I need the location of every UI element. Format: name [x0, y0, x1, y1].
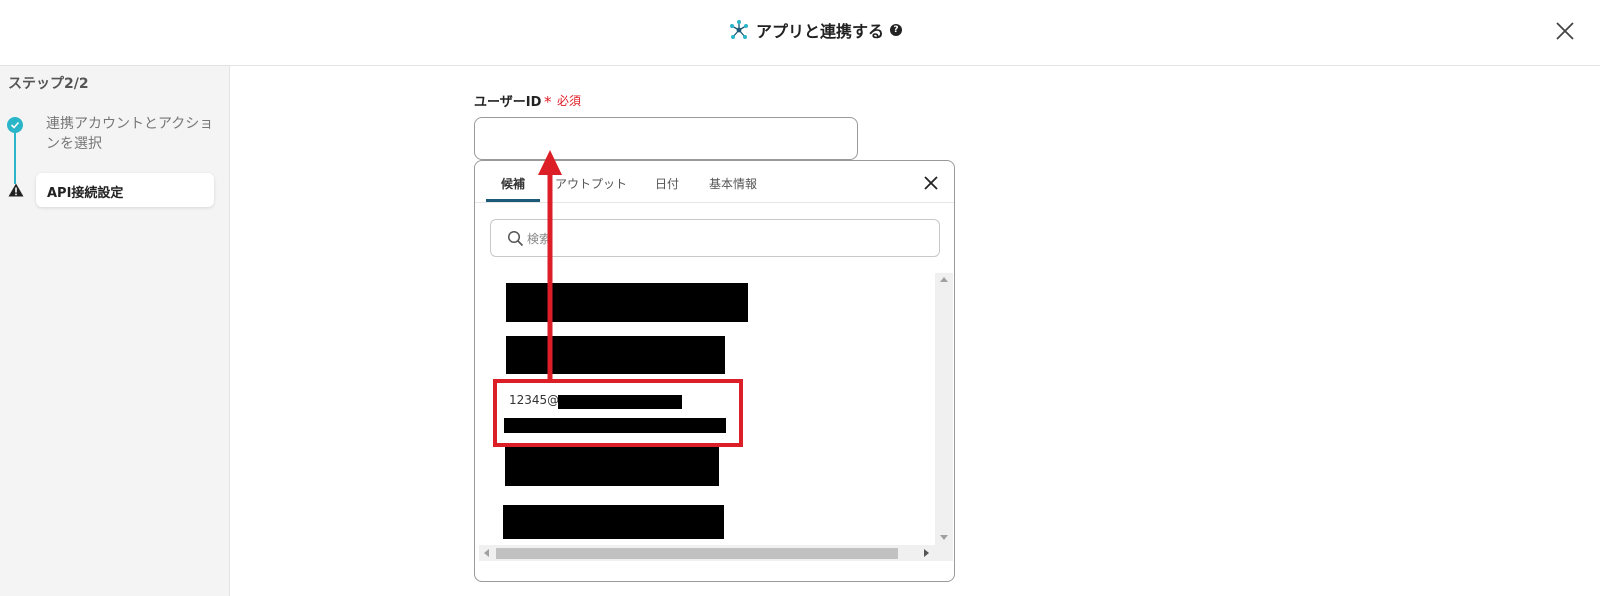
required-mark: * — [544, 93, 552, 111]
tab-date[interactable]: 日付 — [655, 175, 679, 192]
list-item[interactable] — [505, 447, 719, 486]
scrollbar-thumb[interactable] — [496, 548, 898, 559]
modal-title-text: アプリと連携する — [756, 22, 885, 41]
hub-nodes-icon — [730, 20, 748, 39]
annotation-highlight-box — [493, 379, 743, 447]
close-icon[interactable] — [923, 175, 939, 191]
search-input[interactable] — [527, 228, 927, 250]
step-2-active[interactable]: API接続設定 — [36, 173, 214, 207]
list-item[interactable] — [506, 336, 725, 374]
step-connector-line — [14, 128, 16, 184]
modal-title: アプリと連携する ? — [728, 17, 903, 43]
userid-input[interactable] — [474, 117, 858, 160]
popup-tabs: 候補 アウトプット 日付 基本情報 — [475, 161, 954, 203]
userid-label: ユーザーID — [474, 95, 542, 110]
step-1-label[interactable]: 連携アカウントとアクションを選択 — [46, 114, 216, 154]
suggestion-popup: 候補 アウトプット 日付 基本情報 12345@ — [474, 160, 955, 582]
step-2-label: API接続設定 — [47, 186, 124, 201]
horizontal-scrollbar[interactable] — [479, 545, 935, 561]
vertical-scrollbar[interactable] — [935, 273, 953, 545]
active-tab-indicator — [486, 199, 540, 202]
list-item[interactable] — [506, 283, 748, 322]
check-icon — [7, 117, 23, 133]
modal-header: アプリと連携する ? — [0, 0, 1600, 66]
step-sidebar: ステップ2/2 連携アカウントとアクションを選択 API接続設定 — [0, 66, 230, 596]
warning-triangle-icon — [8, 183, 24, 197]
tab-output[interactable]: アウトプット — [555, 175, 627, 192]
required-text: 必須 — [557, 94, 582, 108]
scroll-left-arrow-icon[interactable] — [484, 549, 489, 557]
search-icon — [507, 230, 524, 247]
close-icon[interactable] — [1554, 20, 1576, 42]
scrollbar-corner — [935, 545, 953, 561]
tab-basic-info[interactable]: 基本情報 — [709, 175, 757, 192]
scroll-down-arrow-icon[interactable] — [940, 535, 948, 540]
question-circle-icon[interactable]: ? — [890, 24, 903, 36]
tab-candidates[interactable]: 候補 — [501, 175, 525, 192]
step-heading: ステップ2/2 — [8, 76, 89, 92]
search-field[interactable] — [490, 219, 940, 257]
scroll-up-arrow-icon[interactable] — [940, 277, 948, 282]
list-item[interactable] — [503, 505, 724, 539]
scroll-right-arrow-icon[interactable] — [924, 549, 929, 557]
